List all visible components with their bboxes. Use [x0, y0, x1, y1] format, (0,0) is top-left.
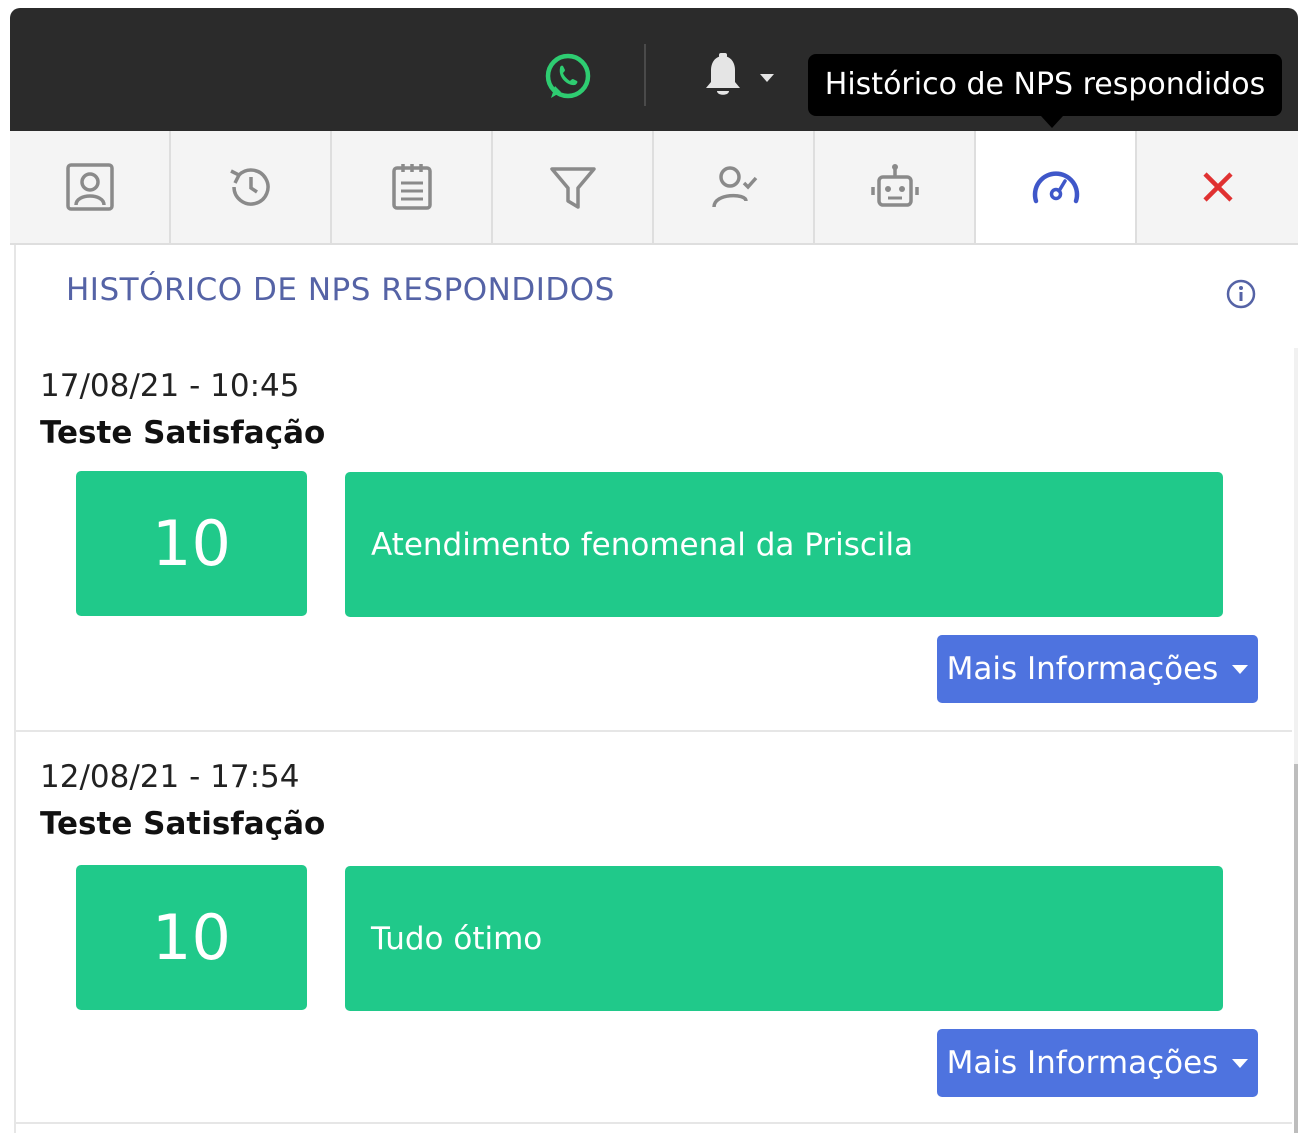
tab-notes[interactable] [332, 131, 493, 243]
nps-comment: Tudo ótimo [345, 866, 1223, 1011]
navbar-divider [644, 44, 646, 106]
robot-icon [870, 164, 919, 207]
tab-robot[interactable] [815, 131, 976, 243]
nps-score-badge: 10 [76, 471, 307, 616]
bell-icon[interactable] [703, 52, 743, 100]
tab-strip [10, 131, 1298, 245]
chevron-down-icon[interactable] [760, 74, 774, 82]
entry-divider [16, 1122, 1292, 1124]
tab-nps-history[interactable] [976, 131, 1137, 243]
more-info-button[interactable]: Mais Informações [937, 635, 1258, 703]
more-info-button[interactable]: Mais Informações [937, 1029, 1258, 1097]
gauge-icon [1032, 171, 1079, 204]
nps-score-badge: 10 [76, 865, 307, 1010]
filter-icon [549, 167, 596, 209]
entry-date: 12/08/21 - 17:54 [40, 759, 300, 795]
top-navbar: Histórico de NPS respondidos [10, 8, 1298, 131]
notes-icon [391, 164, 432, 210]
tab-history[interactable] [171, 131, 332, 243]
nps-panel-window: Histórico de NPS respondidos HISTÓRICO D… [10, 8, 1298, 1133]
tab-contact[interactable] [10, 131, 171, 243]
tab-user-check[interactable] [654, 131, 815, 243]
whatsapp-icon[interactable] [541, 50, 595, 104]
nps-comment: Atendimento fenomenal da Priscila [345, 472, 1223, 617]
chevron-down-icon [1232, 664, 1249, 674]
history-icon [229, 168, 270, 206]
entry-divider [16, 730, 1292, 732]
entry-date: 17/08/21 - 10:45 [40, 368, 300, 404]
chevron-down-icon [1232, 1058, 1249, 1068]
tooltip-arrow [1041, 116, 1063, 128]
info-icon[interactable] [1225, 278, 1257, 310]
more-info-label: Mais Informações [946, 1045, 1219, 1081]
user-check-icon [711, 166, 757, 208]
more-info-label: Mais Informações [946, 651, 1219, 687]
tab-close[interactable] [1137, 131, 1298, 243]
tab-filter[interactable] [493, 131, 654, 243]
panel-border [14, 245, 16, 1133]
close-icon [1202, 172, 1233, 202]
contact-card-icon [65, 163, 114, 211]
page-title: HISTÓRICO DE NPS RESPONDIDOS [66, 272, 615, 308]
scrollbar-thumb[interactable] [1294, 764, 1298, 1133]
entry-survey-name: Teste Satisfação [40, 415, 326, 451]
tooltip: Histórico de NPS respondidos [808, 54, 1282, 116]
entry-survey-name: Teste Satisfação [40, 806, 326, 842]
